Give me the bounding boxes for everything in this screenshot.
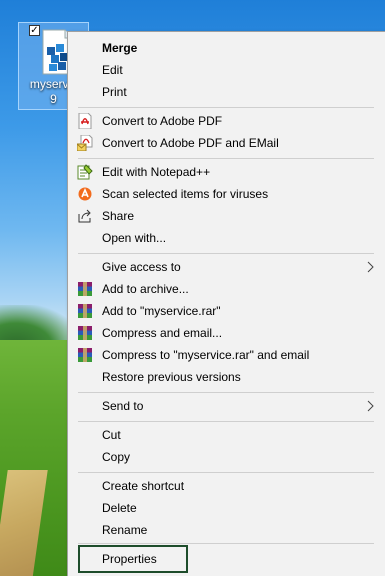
menu-item-label: Copy <box>102 450 131 464</box>
menu-item-label: Send to <box>102 399 144 413</box>
menu-item-edit-notepad[interactable]: Edit with Notepad++ <box>68 161 385 183</box>
winrar-icon <box>77 281 93 297</box>
menu-item-label: Give access to <box>102 260 181 274</box>
menu-item-label: Share <box>102 209 135 223</box>
menu-item-rename[interactable]: Rename <box>68 519 385 541</box>
menu-item-open-with[interactable]: Open with... <box>68 227 385 249</box>
share-icon <box>77 208 93 224</box>
menu-item-compress-email[interactable]: Compress and email... <box>68 322 385 344</box>
menu-item-compress-to-rar-email[interactable]: Compress to "myservice.rar" and email <box>68 344 385 366</box>
menu-item-add-to-rar[interactable]: Add to "myservice.rar" <box>68 300 385 322</box>
menu-item-label: Merge <box>102 41 138 55</box>
menu-item-label: Edit with Notepad++ <box>102 165 211 179</box>
menu-item-label: Compress to "myservice.rar" and email <box>102 348 310 362</box>
notepad-plus-plus-icon <box>77 164 93 180</box>
winrar-icon <box>77 303 93 319</box>
chevron-right-icon <box>367 261 374 273</box>
avast-icon <box>77 186 93 202</box>
chevron-right-icon <box>367 400 374 412</box>
menu-item-create-shortcut[interactable]: Create shortcut <box>68 475 385 497</box>
menu-item-restore-versions[interactable]: Restore previous versions <box>68 366 385 388</box>
menu-item-label: Convert to Adobe PDF and EMail <box>102 136 279 150</box>
menu-item-add-to-archive[interactable]: Add to archive... <box>68 278 385 300</box>
menu-item-print[interactable]: Print <box>68 81 385 103</box>
menu-item-label: Open with... <box>102 231 167 245</box>
menu-item-label: Convert to Adobe PDF <box>102 114 223 128</box>
adobe-pdf-email-icon <box>77 135 93 151</box>
menu-item-properties[interactable]: Properties <box>78 545 188 573</box>
menu-item-label: Print <box>102 85 127 99</box>
menu-item-cut[interactable]: Cut <box>68 424 385 446</box>
menu-separator <box>78 543 374 544</box>
menu-item-label: Add to "myservice.rar" <box>102 304 221 318</box>
context-menu: Merge Edit Print Convert to Adobe PDF Co… <box>67 31 385 576</box>
winrar-icon <box>77 325 93 341</box>
winrar-icon <box>77 347 93 363</box>
menu-item-label: Edit <box>102 63 123 77</box>
menu-item-copy[interactable]: Copy <box>68 446 385 468</box>
menu-item-label: Restore previous versions <box>102 370 241 384</box>
menu-separator <box>78 107 374 108</box>
adobe-pdf-icon <box>77 113 93 129</box>
menu-item-delete[interactable]: Delete <box>68 497 385 519</box>
menu-item-edit[interactable]: Edit <box>68 59 385 81</box>
menu-item-send-to[interactable]: Send to <box>68 395 385 417</box>
menu-item-label: Create shortcut <box>102 479 185 493</box>
menu-item-share[interactable]: Share <box>68 205 385 227</box>
menu-separator <box>78 421 374 422</box>
menu-item-scan-viruses[interactable]: Scan selected items for viruses <box>68 183 385 205</box>
menu-separator <box>78 392 374 393</box>
menu-item-label: Add to archive... <box>102 282 189 296</box>
menu-item-give-access[interactable]: Give access to <box>68 256 385 278</box>
menu-item-label: Cut <box>102 428 121 442</box>
menu-separator <box>78 158 374 159</box>
menu-separator <box>78 253 374 254</box>
menu-item-merge[interactable]: Merge <box>68 37 385 59</box>
menu-item-label: Delete <box>102 501 137 515</box>
menu-item-label: Rename <box>102 523 148 537</box>
menu-item-convert-pdf[interactable]: Convert to Adobe PDF <box>68 110 385 132</box>
menu-item-convert-pdf-email[interactable]: Convert to Adobe PDF and EMail <box>68 132 385 154</box>
menu-separator <box>78 472 374 473</box>
menu-item-label: Properties <box>102 552 157 566</box>
menu-item-label: Scan selected items for viruses <box>102 187 269 201</box>
menu-item-label: Compress and email... <box>102 326 223 340</box>
